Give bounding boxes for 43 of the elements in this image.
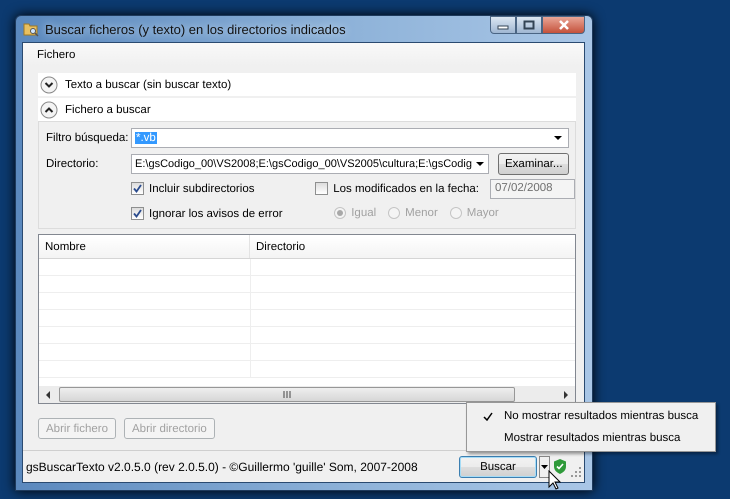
menu-item[interactable]: Fichero	[29, 47, 84, 63]
checkbox-label: Los modificados en la fecha:	[333, 182, 479, 194]
radio-label: Menor	[405, 207, 438, 219]
folder-search-icon	[23, 21, 39, 37]
scroll-thumb[interactable]	[59, 387, 515, 402]
cursor-icon	[548, 470, 561, 490]
directory-value: E:\gsCodigo_00\VS2008;E:\gsCodigo_00\VS2005\cultura;E:\gsCodig	[135, 158, 472, 170]
browse-button[interactable]: Examinar...	[498, 153, 569, 175]
field-label: Filtro búsqueda:	[46, 132, 130, 144]
maximize-button[interactable]	[516, 16, 542, 34]
checkbox-label: Ignorar los avisos de error	[149, 208, 283, 220]
column-header[interactable]: Nombre	[39, 235, 250, 258]
dropdown-button[interactable]	[539, 456, 550, 478]
maximize-icon	[523, 20, 535, 30]
radio-label: Mayor	[466, 207, 499, 219]
checkbox[interactable]	[131, 182, 144, 195]
dropdown-arrow-icon	[541, 464, 548, 468]
checkbox[interactable]	[131, 207, 144, 220]
resize-grip-icon	[571, 466, 581, 476]
section-label: Fichero a buscar	[65, 104, 151, 116]
scroll-left-icon	[45, 390, 51, 398]
directory-combo[interactable]: E:\gsCodigo_00\VS2008;E:\gsCodigo_00\VS2005\cultura;E:\gsCodig	[131, 154, 489, 174]
minimize-button[interactable]	[490, 16, 516, 34]
section-label: Texto a buscar (sin buscar texto)	[65, 78, 232, 90]
menu-item-label: Mostrar resultados mientras busca	[504, 432, 680, 444]
section-header[interactable]: Fichero a buscar	[38, 98, 576, 121]
search-button[interactable]: Buscar	[459, 456, 537, 478]
menu-item[interactable]: No mostrar resultados mientras busca	[467, 405, 715, 427]
close-icon	[558, 20, 570, 30]
checkbox-label: Incluir subdirectorios	[149, 182, 254, 194]
radio-label: Igual	[351, 207, 376, 219]
scroll-right-icon	[563, 390, 569, 398]
window-title: Buscar ficheros (y texto) en los directorios indicados	[45, 22, 346, 36]
section-header[interactable]: Texto a buscar (sin buscar texto)	[38, 73, 576, 96]
column-header[interactable]: Directorio	[250, 235, 575, 258]
status-text: gsBuscarTexto v2.0.5.0 (rev 2.0.5.0) - ©Guillermo 'guille' Som, 2007-2008	[26, 460, 418, 474]
close-button[interactable]	[542, 16, 585, 34]
menu-item-label: No mostrar resultados mientras busca	[504, 410, 698, 422]
filter-value: *.vb	[135, 132, 157, 144]
field-label: Directorio:	[46, 158, 100, 170]
shield-check-icon	[553, 459, 567, 474]
horizontal-scrollbar[interactable]	[39, 386, 575, 403]
menu-item[interactable]: Mostrar resultados mientras busca	[467, 427, 715, 449]
